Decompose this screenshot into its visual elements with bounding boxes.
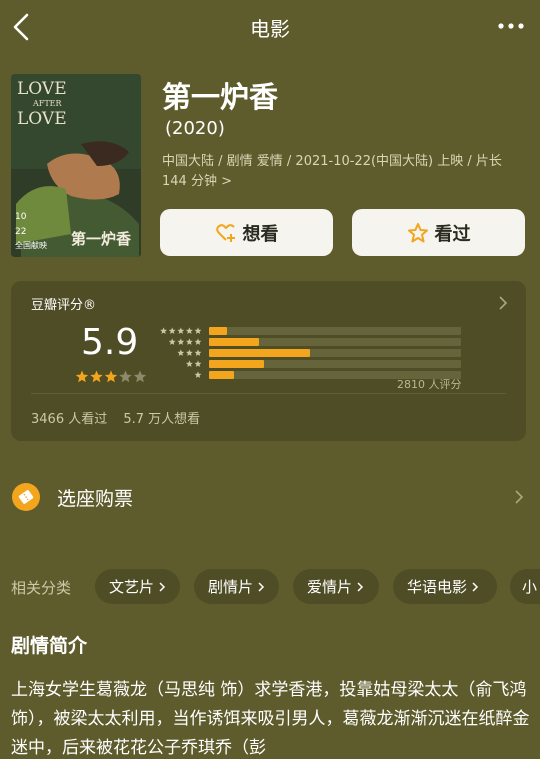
rating-star-icon bbox=[119, 370, 132, 383]
chevron-right-icon bbox=[499, 296, 508, 310]
synopsis-title: 剧情简介 bbox=[11, 635, 88, 657]
rating-stars bbox=[75, 370, 147, 383]
chip-label: 剧情片 bbox=[208, 578, 254, 596]
rating-card[interactable]: 豆瓣评分® 5.9 2810 人评分 3466 人看过 5.7 万人想看 bbox=[11, 281, 526, 441]
poster-calligraphy: 第一炉香 bbox=[71, 230, 131, 248]
distribution-row bbox=[158, 336, 468, 347]
distribution-track bbox=[209, 359, 461, 368]
movie-year: (2020) bbox=[165, 118, 225, 139]
poster-image: LOVE AFTER LOVE 第一炉香 10 22 全国献映 bbox=[11, 74, 141, 257]
rating-star-icon bbox=[104, 370, 118, 383]
distribution-stars-icon bbox=[168, 337, 202, 345]
movie-meta[interactable]: 中国大陆 / 剧情 爱情 / 2021-10-22(中国大陆) 上映 / 片长1… bbox=[162, 152, 522, 192]
rating-star-icon bbox=[133, 370, 147, 383]
distribution-stars-icon bbox=[194, 370, 202, 378]
distribution-track bbox=[209, 326, 461, 335]
chevron-right-icon bbox=[472, 581, 479, 592]
category-chip[interactable]: 小 bbox=[510, 569, 540, 604]
chip-label: 文艺片 bbox=[109, 578, 155, 596]
poster-date-2: 22 bbox=[15, 227, 26, 237]
rating-label: 豆瓣评分® bbox=[31, 298, 97, 313]
category-chip[interactable]: 剧情片 bbox=[194, 569, 279, 604]
chip-label: 小 bbox=[522, 578, 538, 596]
buy-tickets-row[interactable]: 选座购票 bbox=[11, 480, 526, 514]
distribution-track bbox=[209, 337, 461, 346]
page-title: 电影 bbox=[250, 17, 290, 41]
poster-date-1: 10 bbox=[15, 212, 27, 222]
distribution-row bbox=[158, 325, 468, 336]
chevron-right-icon bbox=[357, 581, 364, 592]
distribution-row bbox=[158, 347, 468, 358]
want-label: 想看 bbox=[242, 223, 279, 245]
seen-button[interactable]: 看过 bbox=[352, 209, 525, 256]
poster-text-1: LOVE bbox=[17, 79, 67, 99]
distribution-stars-icon bbox=[185, 359, 202, 367]
top-bar: 电影 bbox=[0, 0, 540, 54]
distribution-stars-icon bbox=[160, 326, 202, 334]
buy-tickets-label: 选座购票 bbox=[57, 488, 134, 510]
movie-title: 第一炉香 bbox=[162, 80, 279, 114]
poster-text-3: LOVE bbox=[17, 109, 67, 129]
heart-plus-icon bbox=[215, 223, 235, 242]
want-to-watch-button[interactable]: 想看 bbox=[160, 209, 333, 256]
category-chip[interactable]: 华语电影 bbox=[393, 569, 497, 604]
synopsis-text: 上海女学生葛薇龙（马思纯 饰）求学香港，投靠姑母梁太太（俞飞鸿 饰），被梁太太利… bbox=[11, 680, 530, 758]
rating-distribution bbox=[158, 325, 468, 380]
seen-label: 看过 bbox=[434, 223, 471, 245]
category-chip[interactable]: 爱情片 bbox=[293, 569, 379, 604]
distribution-bar bbox=[209, 337, 260, 346]
movie-poster[interactable]: LOVE AFTER LOVE 第一炉香 10 22 全国献映 bbox=[11, 74, 141, 257]
distribution-track bbox=[209, 348, 461, 357]
divider bbox=[31, 393, 506, 394]
ticket-icon bbox=[12, 483, 40, 511]
poster-release-tag: 全国献映 bbox=[15, 240, 47, 250]
watched-count: 3466 人看过 bbox=[31, 412, 108, 427]
related-label: 相关分类 bbox=[11, 579, 72, 597]
poster-text-2: AFTER bbox=[32, 99, 63, 108]
distribution-row bbox=[158, 358, 468, 369]
distribution-bar bbox=[209, 348, 310, 357]
category-chip[interactable]: 文艺片 bbox=[95, 569, 180, 604]
more-dots-icon[interactable] bbox=[496, 18, 526, 34]
rating-star-icon bbox=[90, 370, 103, 383]
chevron-right-icon bbox=[515, 490, 524, 504]
distribution-stars-icon bbox=[177, 348, 202, 356]
star-outline-icon bbox=[407, 222, 428, 242]
related-categories: 相关分类 文艺片 剧情片 爱情片 华语电影 小 bbox=[11, 569, 540, 605]
want-count: 5.7 万人想看 bbox=[123, 412, 201, 427]
distribution-bar bbox=[209, 370, 235, 379]
rating-score: 5.9 bbox=[81, 322, 139, 363]
distribution-bar bbox=[209, 326, 227, 335]
chip-label: 华语电影 bbox=[407, 578, 468, 596]
rating-count: 2810 人评分 bbox=[397, 378, 462, 391]
chevron-right-icon bbox=[258, 581, 265, 592]
distribution-bar bbox=[209, 359, 265, 368]
chevron-right-icon bbox=[159, 581, 166, 592]
rating-star-icon bbox=[75, 370, 89, 383]
chip-label: 爱情片 bbox=[307, 578, 353, 596]
watch-stats: 3466 人看过 5.7 万人想看 bbox=[31, 408, 212, 427]
